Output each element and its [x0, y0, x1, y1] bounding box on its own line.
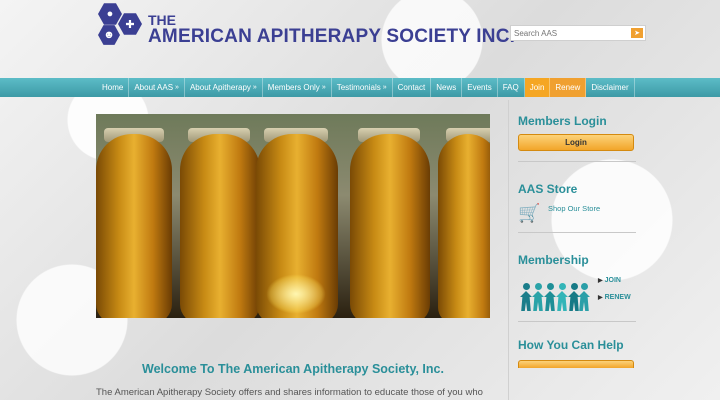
nav-home[interactable]: Home [97, 78, 130, 97]
play-arrow-icon: ▶ [598, 278, 603, 284]
help-heading: How You Can Help [518, 338, 624, 352]
hero-image-honey-jars [96, 114, 490, 318]
nav-arrow-icon: » [321, 84, 326, 91]
search-box: ➤ [510, 25, 646, 41]
shopping-cart-icon[interactable]: 🛒 [518, 202, 542, 224]
nav-renew[interactable]: Renew [550, 78, 587, 97]
main-nav: Home About AAS» About Apitherapy» Member… [0, 78, 720, 97]
store-heading: AAS Store [518, 182, 578, 196]
honey-jar [96, 134, 172, 318]
members-login-heading: Members Login [518, 114, 607, 128]
nav-members-only[interactable]: Members Only» [263, 78, 332, 97]
bee-icon: ● [98, 3, 122, 25]
nav-about-apitherapy[interactable]: About Apitherapy» [185, 78, 263, 97]
nav-contact[interactable]: Contact [393, 78, 432, 97]
renew-link[interactable]: ▶ RENEW [598, 294, 631, 301]
nav-arrow-icon: » [175, 84, 179, 91]
play-arrow-icon: ▶ [598, 295, 603, 301]
nav-disclaimer[interactable]: Disclaimer [586, 78, 635, 97]
login-button[interactable]: Login [518, 134, 634, 151]
honey-jar [180, 134, 260, 318]
honey-jar [350, 134, 430, 318]
main-content: Welcome To The American Apitherapy Socie… [96, 114, 490, 400]
sidebar: Members Login Login AAS Store 🛒 Shop Our… [518, 114, 636, 368]
divider [518, 161, 636, 162]
nav-faq[interactable]: FAQ [498, 78, 525, 97]
nav-arrow-icon: » [252, 84, 257, 91]
nav-arrow-icon: » [382, 84, 387, 91]
site-title[interactable]: AMERICAN APITHERAPY SOCIETY INC. [148, 26, 515, 48]
honey-jar [438, 134, 490, 318]
logo-icon[interactable]: ● ✚ ☻ [96, 2, 146, 56]
shop-store-link[interactable]: Shop Our Store [548, 204, 600, 213]
nav-join[interactable]: Join [524, 78, 551, 97]
site-header: ● ✚ ☻ THE AMERICAN APITHERAPY SOCIETY IN… [0, 0, 720, 78]
nav-about-aas[interactable]: About AAS» [129, 78, 185, 97]
divider [518, 321, 636, 322]
divider [518, 232, 636, 233]
intro-text: The American Apitherapy Society offers a… [96, 387, 483, 398]
nav-news[interactable]: News [431, 78, 463, 97]
help-button[interactable] [518, 360, 634, 368]
nav-events[interactable]: Events [462, 78, 498, 97]
people-chain-icon [518, 273, 592, 317]
person-icon: ☻ [98, 25, 120, 45]
search-input[interactable] [511, 26, 629, 40]
column-divider [508, 100, 509, 400]
search-icon[interactable]: ➤ [631, 28, 643, 38]
nav-testimonials[interactable]: Testimonials» [332, 78, 393, 97]
join-link[interactable]: ▶ JOIN [598, 277, 631, 284]
caduceus-icon: ✚ [118, 13, 142, 35]
membership-heading: Membership [518, 253, 589, 267]
welcome-heading: Welcome To The American Apitherapy Socie… [142, 362, 444, 376]
